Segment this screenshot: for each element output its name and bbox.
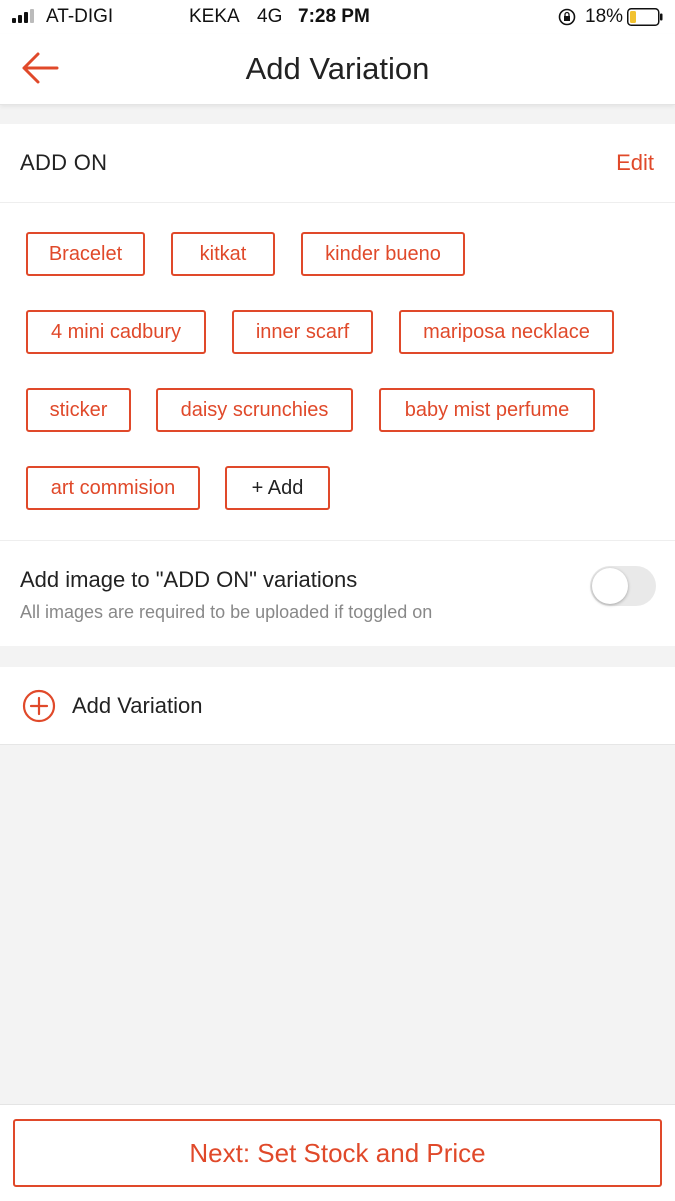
option-chip[interactable]: kitkat bbox=[171, 232, 275, 276]
option-chip[interactable]: art commision bbox=[26, 466, 200, 510]
image-toggle-hint: All images are required to be uploaded i… bbox=[20, 602, 433, 622]
option-chip[interactable]: baby mist perfume bbox=[379, 388, 595, 432]
option-chip[interactable]: 4 mini cadbury bbox=[26, 310, 206, 354]
image-toggle-row: Add image to "ADD ON" variations All ima… bbox=[0, 540, 675, 647]
battery-percentage: 18% bbox=[585, 6, 624, 27]
variation-header: ADD ON Edit bbox=[0, 124, 675, 203]
variation-name: ADD ON bbox=[20, 150, 108, 175]
status-bar: AT-DIGI KEKA 4G 7:28 PM 18% bbox=[0, 0, 675, 34]
bottom-bar: Next: Set Stock and Price bbox=[0, 1104, 675, 1201]
signal-strength-icon bbox=[12, 9, 34, 23]
add-variation-button[interactable]: Add Variation bbox=[0, 667, 675, 745]
option-chip[interactable]: daisy scrunchies bbox=[156, 388, 353, 432]
image-toggle-label: Add image to "ADD ON" variations bbox=[20, 567, 358, 592]
option-chip[interactable]: inner scarf bbox=[232, 310, 373, 354]
orientation-lock-icon bbox=[558, 8, 576, 26]
clock: 7:28 PM bbox=[298, 6, 370, 27]
network-type: 4G bbox=[257, 6, 283, 27]
option-chip[interactable]: Bracelet bbox=[26, 232, 145, 276]
carrier-name-secondary: KEKA bbox=[189, 6, 240, 27]
page-title: Add Variation bbox=[245, 51, 430, 86]
add-variation-label: Add Variation bbox=[72, 693, 203, 718]
image-toggle-switch[interactable] bbox=[590, 566, 656, 606]
option-chip[interactable]: sticker bbox=[26, 388, 131, 432]
top-app-bar: Add Variation bbox=[0, 34, 675, 105]
add-option-button[interactable]: + Add bbox=[225, 466, 330, 510]
next-set-stock-price-button[interactable]: Next: Set Stock and Price bbox=[13, 1119, 662, 1187]
battery-icon bbox=[627, 8, 663, 26]
variation-card: ADD ON Edit Bracelet kitkat kinder bueno… bbox=[0, 124, 675, 646]
edit-variation-button[interactable]: Edit bbox=[616, 150, 654, 176]
plus-circle-icon bbox=[22, 689, 56, 723]
option-chip[interactable]: mariposa necklace bbox=[399, 310, 614, 354]
toggle-knob bbox=[592, 568, 628, 604]
option-chip[interactable]: kinder bueno bbox=[301, 232, 465, 276]
carrier-name: AT-DIGI bbox=[46, 6, 114, 27]
